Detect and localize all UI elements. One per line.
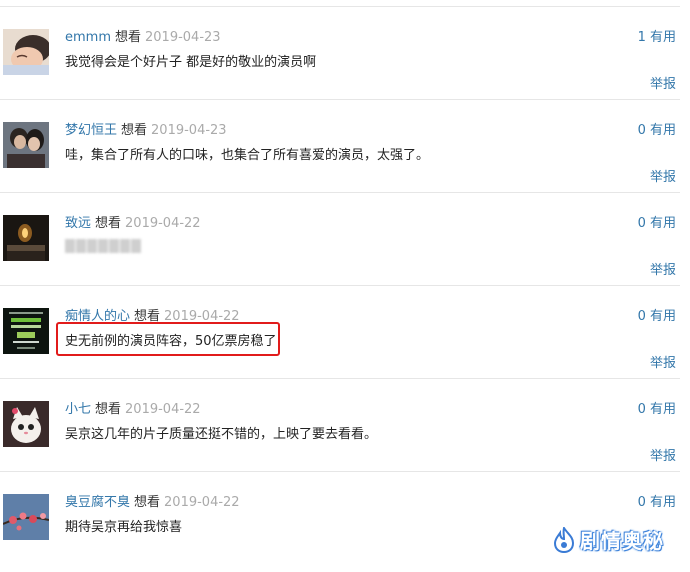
couple-photo-avatar-icon bbox=[3, 122, 49, 168]
useful-vote-button[interactable]: 0 有用 bbox=[638, 494, 676, 512]
rating-status: 想看 bbox=[121, 123, 148, 138]
comment-meta: 小七 想看 2019-04-22 bbox=[65, 401, 201, 419]
comment-divider bbox=[0, 192, 680, 193]
username-link[interactable]: emmm bbox=[65, 30, 111, 45]
sleeping-child-avatar-icon bbox=[3, 29, 49, 75]
report-link[interactable]: 举报 bbox=[650, 355, 676, 373]
comment-meta: 致远 想看 2019-04-22 bbox=[65, 215, 201, 233]
comment-date: 2019-04-22 bbox=[164, 495, 240, 510]
useful-vote-button[interactable]: 0 有用 bbox=[638, 215, 676, 233]
white-kitten-avatar-icon bbox=[3, 401, 49, 447]
useful-vote-button[interactable]: 0 有用 bbox=[638, 401, 676, 419]
highlight-box bbox=[56, 322, 280, 356]
watermark-text: 剧情奥秘 bbox=[580, 529, 664, 553]
rating-status: 想看 bbox=[115, 30, 142, 45]
username-link[interactable]: 致远 bbox=[65, 216, 91, 231]
flame-logo-icon bbox=[553, 526, 575, 553]
avatar[interactable] bbox=[3, 215, 49, 261]
report-link[interactable]: 举报 bbox=[650, 76, 676, 94]
username-link[interactable]: 臭豆腐不臭 bbox=[65, 495, 130, 510]
blurred-comment-text bbox=[65, 236, 149, 256]
comment-text: 哇，集合了所有人的口味，也集合了所有喜爱的演员，太强了。 bbox=[65, 148, 430, 163]
comment-text: 我觉得会是个好片子 都是好的敬业的演员啊 bbox=[65, 55, 317, 70]
comment-text: 吴京这几年的片子质量还挺不错的，上映了要去看看。 bbox=[65, 427, 378, 442]
useful-vote-button[interactable]: 0 有用 bbox=[638, 308, 676, 326]
candle-dark-avatar-icon bbox=[3, 215, 49, 261]
avatar[interactable] bbox=[3, 122, 49, 168]
comment-date: 2019-04-22 bbox=[125, 216, 201, 231]
comment-text: 期待吴京再给我惊喜 bbox=[65, 520, 183, 535]
avatar[interactable] bbox=[3, 29, 49, 75]
comment-date: 2019-04-23 bbox=[145, 30, 221, 45]
comment-divider bbox=[0, 471, 680, 472]
report-link[interactable]: 举报 bbox=[650, 262, 676, 280]
comment-meta: 臭豆腐不臭 想看 2019-04-22 bbox=[65, 494, 240, 512]
useful-vote-button[interactable]: 1 有用 bbox=[638, 29, 676, 47]
comment-meta: 梦幻恒王 想看 2019-04-23 bbox=[65, 122, 227, 140]
comment-divider bbox=[0, 378, 680, 379]
comment-date: 2019-04-23 bbox=[151, 123, 227, 138]
watermark: 剧情奥秘 bbox=[553, 525, 664, 554]
rating-status: 想看 bbox=[134, 495, 161, 510]
top-divider bbox=[0, 6, 680, 7]
avatar[interactable] bbox=[3, 494, 49, 540]
avatar[interactable] bbox=[3, 308, 49, 354]
username-link[interactable]: 梦幻恒王 bbox=[65, 123, 117, 138]
report-link[interactable]: 举报 bbox=[650, 448, 676, 466]
report-link[interactable]: 举报 bbox=[650, 169, 676, 187]
rating-status: 想看 bbox=[95, 216, 122, 231]
rating-status: 想看 bbox=[95, 402, 122, 417]
comment-divider bbox=[0, 285, 680, 286]
comment-meta: emmm 想看 2019-04-23 bbox=[65, 29, 221, 47]
blossom-branch-avatar-icon bbox=[3, 494, 49, 540]
username-link[interactable]: 小七 bbox=[65, 402, 91, 417]
comment-date: 2019-04-22 bbox=[125, 402, 201, 417]
comment-divider bbox=[0, 99, 680, 100]
green-text-poster-avatar-icon bbox=[3, 308, 49, 354]
avatar[interactable] bbox=[3, 401, 49, 447]
useful-vote-button[interactable]: 0 有用 bbox=[638, 122, 676, 140]
